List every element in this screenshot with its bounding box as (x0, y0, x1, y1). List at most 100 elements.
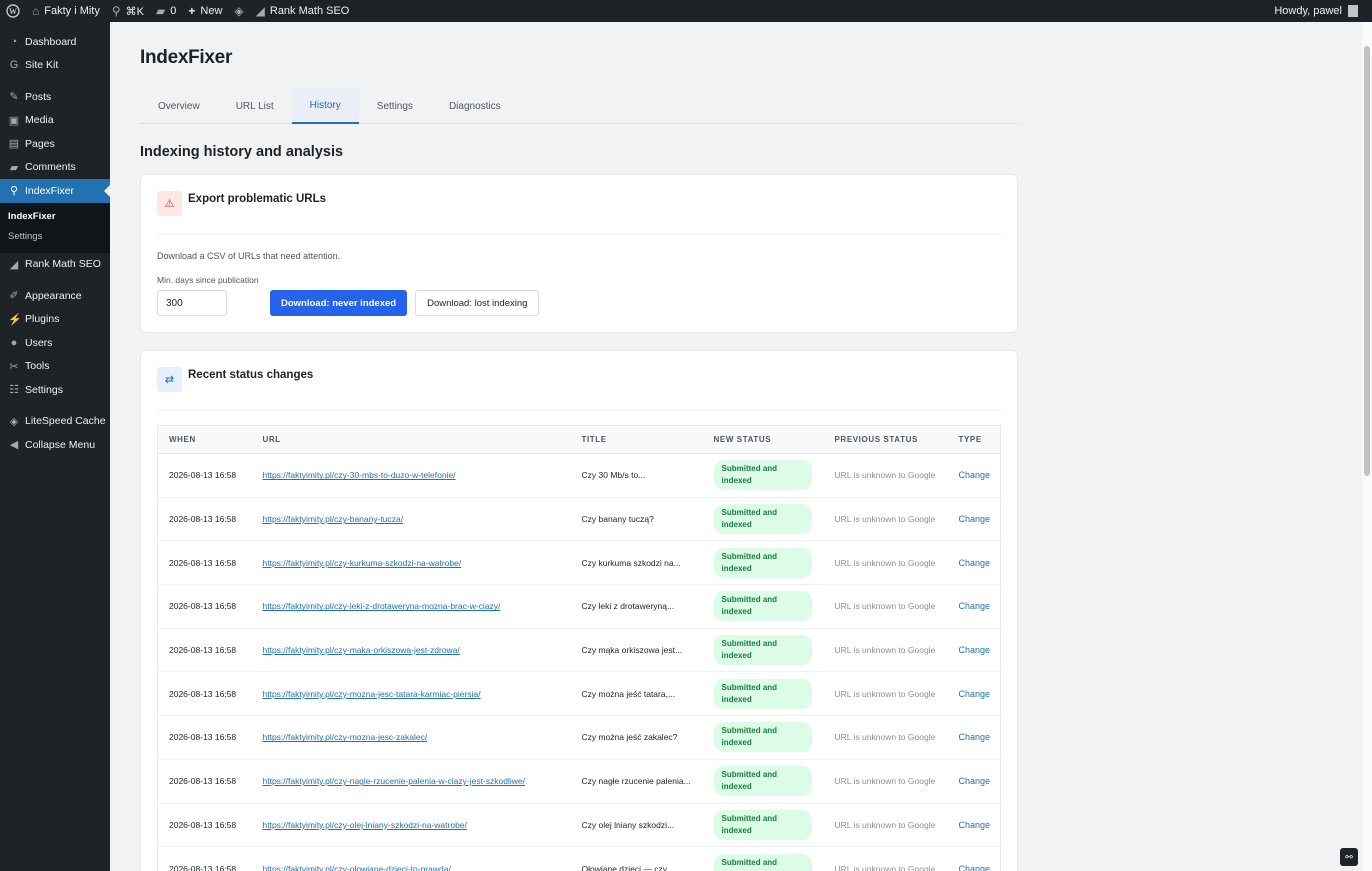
scrollbar-thumb[interactable] (1364, 46, 1370, 476)
export-controls: Download: never indexed Download: lost i… (157, 290, 1001, 316)
tab-url-list[interactable]: URL List (218, 89, 292, 124)
table-header-row: WHEN URL TITLE NEW STATUS PREVIOUS STATU… (157, 425, 1001, 454)
cell-when: 2026-08-13 16:58 (157, 715, 252, 760)
sidebar-item-label: Dashboard (25, 35, 77, 48)
cell-url: https://faktyimity.pl/czy-olowiane-dziec… (251, 846, 571, 871)
command-palette-button[interactable]: ⚲ ⌘K (106, 0, 150, 22)
cell-url: https://faktyimity.pl/czy-nagle-rzucenie… (251, 759, 571, 804)
main-content: IndexFixer Overview URL List History Set… (140, 22, 1018, 871)
status-badge: Submitted and indexed (713, 809, 812, 840)
url-link[interactable]: https://faktyimity.pl/czy-kurkuma-szkodz… (263, 558, 462, 568)
url-link[interactable]: https://faktyimity.pl/czy-30-mbs-to-duzo… (263, 470, 456, 480)
comments-link[interactable]: ▰ 0 (150, 0, 182, 22)
cell-title: Czy mąka orkiszowa jest... (570, 628, 703, 673)
cell-new-status: Submitted and indexed (702, 497, 824, 542)
cell-type[interactable]: Change (947, 759, 1001, 804)
sidebar-item-users[interactable]: ● Users (0, 331, 110, 355)
cell-type[interactable]: Change (947, 453, 1001, 498)
my-account[interactable]: Howdy, pawel (1274, 5, 1372, 17)
cell-type[interactable]: Change (947, 628, 1001, 673)
recent-card-header: ⇄ Recent status changes (157, 367, 1001, 411)
url-link[interactable]: https://faktyimity.pl/czy-olej-lniany-sz… (263, 820, 467, 830)
new-content-button[interactable]: + New (182, 0, 228, 22)
table-row: 2026-08-13 16:58 https://faktyimity.pl/cz… (157, 584, 1001, 629)
search-icon: ⚲ (111, 4, 121, 18)
url-link[interactable]: https://faktyimity.pl/czy-mozna-jesc-zak… (263, 732, 428, 742)
sidebar-item-settings[interactable]: ☷ Settings (0, 378, 110, 402)
table-row: 2026-08-13 16:58 https://faktyimity.pl/cz… (157, 540, 1001, 586)
url-link[interactable]: https://faktyimity.pl/czy-mozna-jesc-tat… (263, 689, 481, 699)
submenu-item-indexfixer[interactable]: IndexFixer (0, 207, 110, 227)
status-badge: Submitted and indexed (713, 504, 812, 535)
status-badge: Submitted and indexed (713, 678, 812, 709)
download-lost-indexing-button[interactable]: Download: lost indexing (415, 290, 540, 316)
wordpress-logo-icon[interactable]: W (0, 0, 26, 22)
section-title: Indexing history and analysis (140, 144, 344, 160)
download-never-indexed-button[interactable]: Download: never indexed (270, 290, 408, 316)
url-link[interactable]: https://faktyimity.pl/czy-banany-tucza/ (263, 514, 404, 524)
sidebar-item-label: Collapse Menu (25, 438, 96, 451)
cell-title: Czy banany tuczą? (570, 497, 703, 542)
tab-overview[interactable]: Overview (140, 89, 218, 124)
sidebar-item-posts[interactable]: ✎ Posts (0, 85, 110, 109)
column-header-title: TITLE (570, 425, 703, 454)
plus-icon: + (188, 4, 196, 18)
tab-history[interactable]: History (291, 89, 359, 124)
cell-previous-status: URL is unknown to Google (823, 453, 948, 498)
recent-changes-card: ⇄ Recent status changes WHEN URL TITLE N… (140, 350, 1018, 871)
cell-type[interactable]: Change (947, 540, 1001, 586)
corner-tool-icon[interactable]: ⚯ (1340, 848, 1358, 866)
sitekit-icon: G (9, 59, 19, 72)
sidebar-item-media[interactable]: ▣ Media (0, 109, 110, 133)
diamond-plugin-icon[interactable]: ◈ (228, 0, 249, 22)
recent-card-title: Recent status changes (188, 369, 314, 381)
cell-url: https://faktyimity.pl/czy-30-mbs-to-duzo… (251, 453, 571, 498)
sidebar-item-label: Appearance (25, 289, 82, 302)
rank-math-link[interactable]: ◢ Rank Math SEO (250, 0, 356, 22)
url-link[interactable]: https://faktyimity.pl/czy-olowiane-dziec… (263, 864, 451, 871)
cell-type[interactable]: Change (947, 497, 1001, 542)
sidebar-item-appearance[interactable]: ✐ Appearance (0, 284, 110, 308)
sidebar-item-site-kit[interactable]: G Site Kit (0, 54, 110, 78)
url-link[interactable]: https://faktyimity.pl/czy-leki-z-drotawe… (263, 601, 501, 611)
avatar (1348, 5, 1358, 17)
rankmath-icon: ◢ (255, 4, 265, 18)
sidebar-item-indexfixer[interactable]: ⚲ IndexFixer (0, 179, 110, 203)
sidebar-item-label: Site Kit (25, 59, 59, 72)
site-name-link[interactable]: ⌂ Fakty i Mity (26, 0, 106, 22)
table-row: 2026-08-13 16:58 https://faktyimity.pl/cz… (157, 497, 1001, 542)
column-header-type: TYPE (947, 425, 1001, 454)
svg-text:W: W (9, 7, 17, 16)
cell-type[interactable]: Change (947, 715, 1001, 760)
sidebar-item-tools[interactable]: ✂ Tools (0, 355, 110, 379)
url-link[interactable]: https://faktyimity.pl/czy-nagle-rzucenie… (263, 776, 525, 786)
submenu-item-settings[interactable]: Settings (0, 227, 110, 247)
status-badge: Submitted and indexed (713, 635, 812, 666)
url-link[interactable]: https://faktyimity.pl/czy-maka-orkiszowa… (263, 645, 460, 655)
sidebar-item-label: Settings (25, 383, 63, 396)
cell-title: Czy 30 Mb/s to... (570, 453, 703, 498)
table-row: 2026-08-13 16:58 https://faktyimity.pl/cz… (157, 628, 1001, 673)
cell-new-status: Submitted and indexed (702, 628, 824, 673)
tab-diagnostics[interactable]: Diagnostics (431, 89, 519, 124)
cell-type[interactable]: Change (947, 846, 1001, 871)
sidebar-item-litespeed-cache[interactable]: ◈ LiteSpeed Cache (0, 410, 110, 434)
admin-bar: W ⌂ Fakty i Mity ⚲ ⌘K ▰ 0 + New ◈ ◢ Rank… (0, 0, 1372, 22)
home-icon: ⌂ (32, 4, 40, 18)
cell-type[interactable]: Change (947, 803, 1001, 848)
sidebar-item-comments[interactable]: ▰ Comments (0, 156, 110, 180)
tab-settings[interactable]: Settings (359, 89, 431, 124)
sidebar-item-dashboard[interactable]: ◔ Dashboard (0, 30, 110, 54)
table-row: 2026-08-13 16:58 https://faktyimity.pl/cz… (157, 671, 1001, 717)
sidebar-item-pages[interactable]: ▤ Pages (0, 132, 110, 156)
page-scrollbar[interactable] (1362, 22, 1372, 871)
sidebar-item-plugins[interactable]: ⚡ Plugins (0, 308, 110, 332)
sidebar-item-rank-math[interactable]: ◢ Rank Math SEO (0, 253, 110, 277)
collapse-menu-button[interactable]: ◀ Collapse Menu (0, 433, 110, 457)
cell-new-status: Submitted and indexed (702, 453, 824, 498)
min-days-input[interactable] (157, 290, 227, 316)
cell-url: https://faktyimity.pl/czy-leki-z-drotawe… (251, 584, 571, 629)
pin-icon: ✎ (9, 91, 19, 104)
cell-type[interactable]: Change (947, 584, 1001, 629)
cell-type[interactable]: Change (947, 671, 1001, 717)
